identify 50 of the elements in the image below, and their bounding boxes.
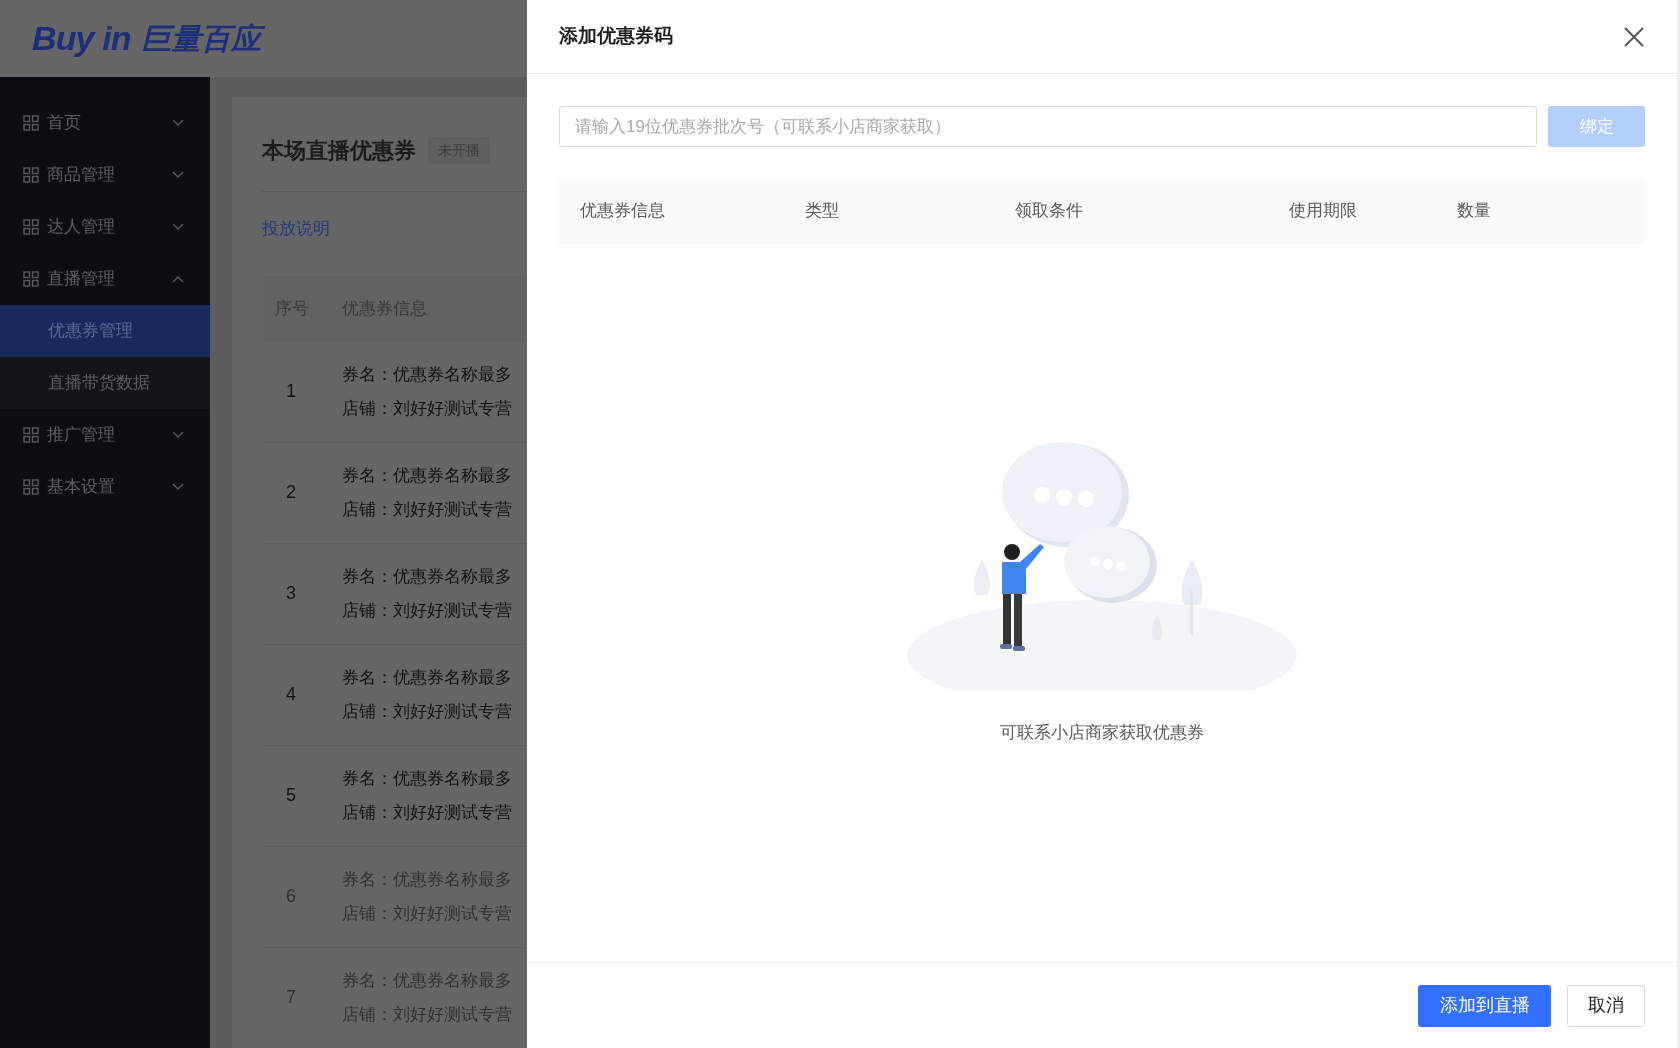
grid-icon bbox=[23, 427, 39, 443]
submenu-item[interactable]: 优惠券管理 bbox=[0, 305, 210, 357]
chevron-down-icon bbox=[172, 171, 184, 179]
sidebar-item[interactable]: 基本设置 bbox=[0, 461, 210, 513]
coupon-name: 券名：优惠券名称最多 bbox=[342, 364, 512, 386]
row-number: 5 bbox=[285, 784, 297, 807]
column-header: 领取条件 bbox=[1015, 200, 1083, 223]
add-to-live-button[interactable]: 添加到直播 bbox=[1418, 984, 1551, 1027]
link[interactable]: 投放说明 bbox=[262, 216, 330, 242]
row-number: 1 bbox=[285, 380, 297, 403]
grid-icon bbox=[23, 219, 39, 235]
shop-name: 店铺：刘好好测试专营 bbox=[342, 599, 512, 622]
logo-text: 巨量百应 bbox=[140, 16, 269, 61]
page-title: 本场直播优惠券 bbox=[262, 136, 416, 165]
shop-name: 店铺：刘好好测试专营 bbox=[342, 498, 512, 521]
row-number: 3 bbox=[285, 582, 297, 605]
coupon-name: 券名：优惠券名称最多 bbox=[342, 768, 512, 790]
column-header: 数量 bbox=[1457, 200, 1491, 223]
column-header: 使用期限 bbox=[1289, 200, 1357, 223]
chevron-down-icon bbox=[172, 119, 184, 127]
sidebar-item[interactable]: 直播管理 bbox=[0, 253, 210, 305]
sidebar-item[interactable]: 首页 bbox=[0, 97, 210, 149]
row-number: 4 bbox=[285, 683, 297, 706]
coupon-name: 券名：优惠券名称最多 bbox=[342, 465, 512, 487]
chevron-up-icon bbox=[172, 275, 184, 283]
grid-icon bbox=[23, 115, 39, 131]
chevron-down-icon bbox=[172, 223, 184, 231]
sidebar-item[interactable]: 推广管理 bbox=[0, 409, 210, 461]
drawer-title: 添加优惠券码 bbox=[559, 24, 673, 49]
coupon-code-input[interactable]: 请输入19位优惠券批次号（可联系小店商家获取） bbox=[559, 106, 1537, 147]
grid-icon bbox=[23, 479, 39, 495]
sidebar-item[interactable]: 达人管理 bbox=[0, 201, 210, 253]
shop-name: 店铺：刘好好测试专营 bbox=[342, 700, 512, 723]
grid-icon bbox=[23, 167, 39, 183]
cancel-button[interactable]: 取消 bbox=[1567, 984, 1645, 1027]
column-header: 类型 bbox=[805, 200, 839, 223]
grid-icon bbox=[23, 271, 39, 287]
row-number: 2 bbox=[285, 481, 297, 504]
shop-name: 店铺：刘好好测试专营 bbox=[342, 801, 512, 824]
coupon-name: 券名：优惠券名称最多 bbox=[342, 566, 512, 588]
sidebar-item[interactable]: 商品管理 bbox=[0, 149, 210, 201]
shop-name: 店铺：刘好好测试专营 bbox=[342, 397, 512, 420]
chevron-down-icon bbox=[172, 483, 184, 491]
coupon-name: 券名：优惠券名称最多 bbox=[342, 667, 512, 689]
close-icon[interactable] bbox=[1623, 25, 1645, 48]
empty-state-message: 可联系小店商家获取优惠券 bbox=[1000, 722, 1204, 745]
logo-text: Buy in bbox=[32, 18, 131, 59]
chevron-down-icon bbox=[172, 431, 184, 439]
column-header: 优惠券信息 bbox=[579, 200, 665, 223]
submenu-item[interactable]: 直播带货数据 bbox=[0, 357, 210, 409]
